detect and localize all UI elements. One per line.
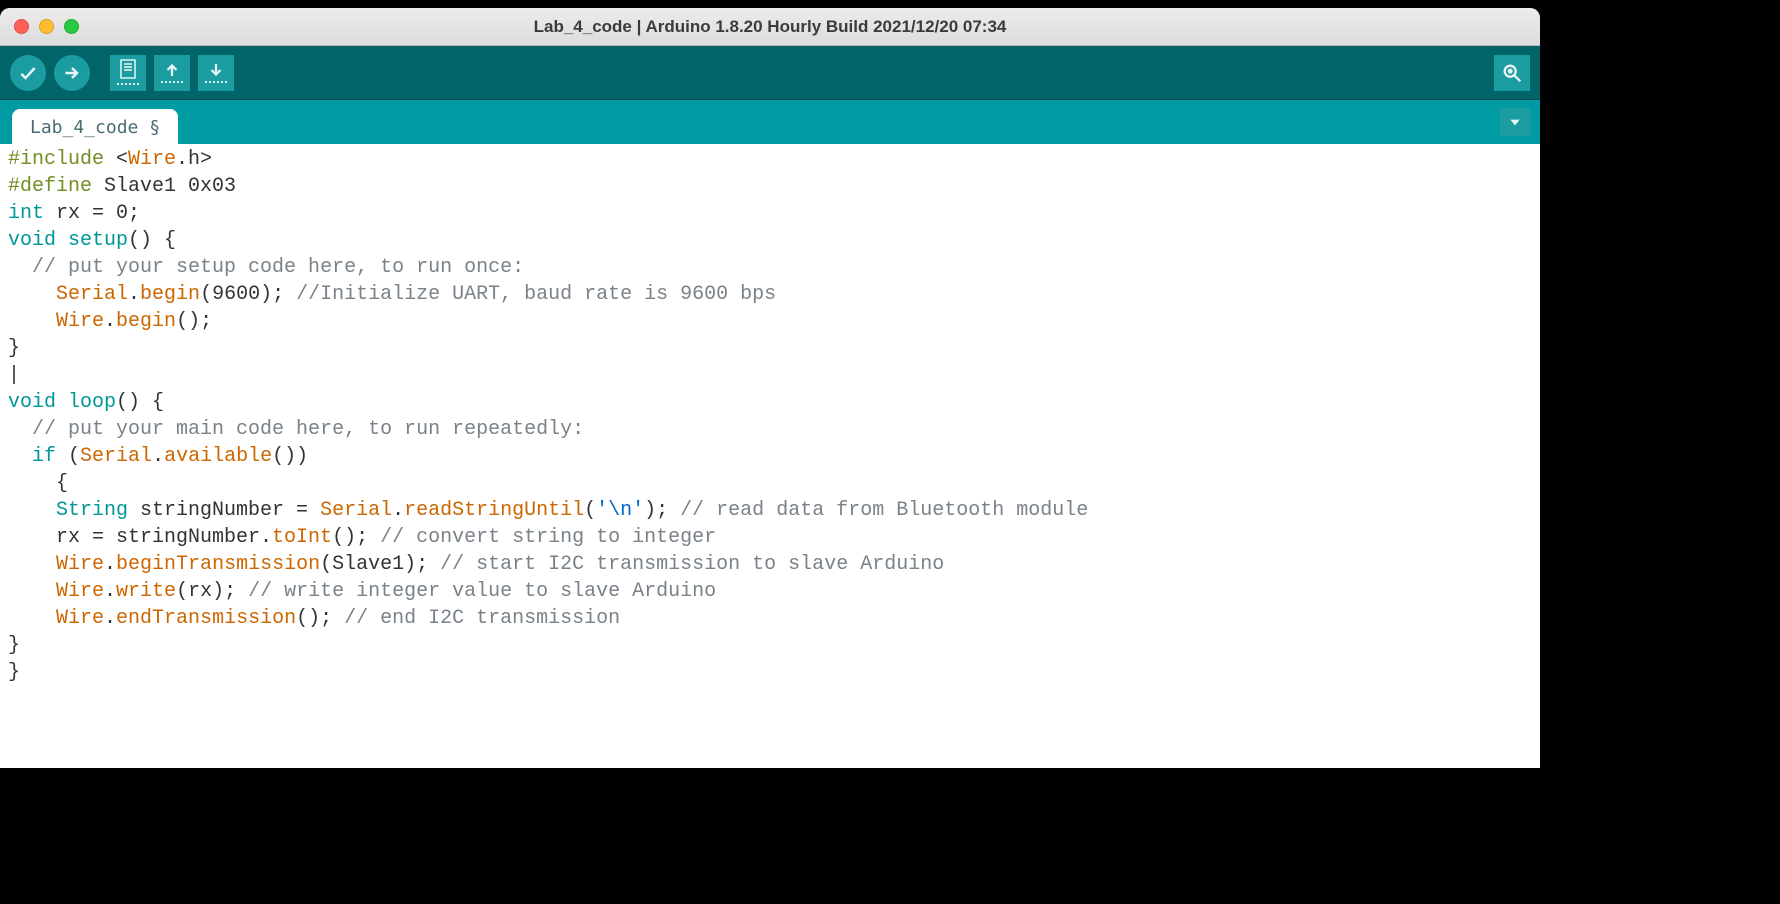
arrow-right-icon — [54, 55, 90, 91]
tab-menu-button[interactable] — [1500, 108, 1530, 136]
check-icon — [10, 55, 46, 91]
arrow-down-icon — [198, 55, 234, 91]
traffic-lights — [0, 19, 79, 34]
arduino-ide-window: Lab_4_code | Arduino 1.8.20 Hourly Build… — [0, 8, 1540, 768]
upload-button[interactable] — [52, 53, 92, 93]
tab-lab4code[interactable]: Lab_4_code § — [12, 109, 178, 144]
toolbar — [0, 46, 1540, 100]
code-editor[interactable]: #include <Wire.h> #define Slave1 0x03 in… — [0, 144, 1540, 768]
serial-monitor-button[interactable] — [1492, 53, 1532, 93]
new-file-icon — [110, 55, 146, 91]
minimize-window-button[interactable] — [39, 19, 54, 34]
maximize-window-button[interactable] — [64, 19, 79, 34]
titlebar: Lab_4_code | Arduino 1.8.20 Hourly Build… — [0, 8, 1540, 46]
chevron-down-icon — [1508, 115, 1522, 129]
verify-button[interactable] — [8, 53, 48, 93]
close-window-button[interactable] — [14, 19, 29, 34]
tab-bar: Lab_4_code § — [0, 100, 1540, 144]
window-title: Lab_4_code | Arduino 1.8.20 Hourly Build… — [0, 17, 1540, 37]
open-sketch-button[interactable] — [152, 53, 192, 93]
arrow-up-icon — [154, 55, 190, 91]
tab-label: Lab_4_code — [30, 117, 138, 138]
save-sketch-button[interactable] — [196, 53, 236, 93]
magnifier-icon — [1494, 55, 1530, 91]
new-sketch-button[interactable] — [108, 53, 148, 93]
modified-indicator: § — [149, 117, 160, 138]
